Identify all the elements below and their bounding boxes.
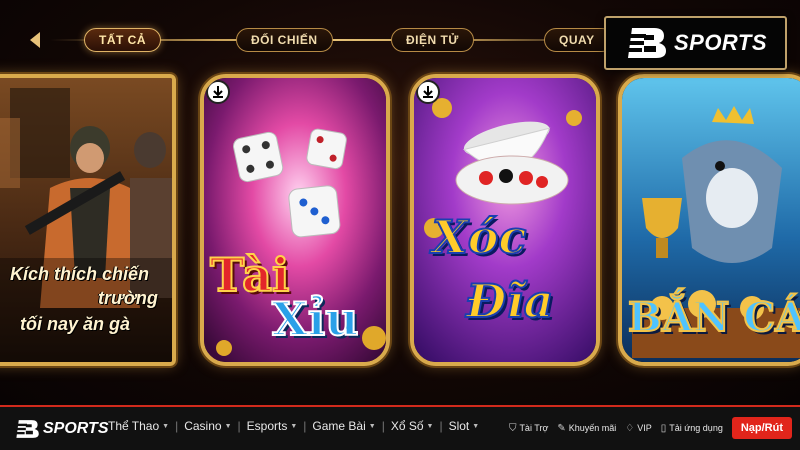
brand-name: SPORTS: [673, 30, 768, 55]
link-promotions[interactable]: ✎ Khuyến mãi: [557, 423, 616, 434]
menu-sports[interactable]: Thể Thao ▼: [108, 419, 169, 433]
menu-separator: |: [381, 419, 385, 433]
chevron-down-icon: ▼: [426, 422, 434, 430]
tai-xiu-title-bottom: Xỉu: [271, 291, 360, 347]
game-card-battle[interactable]: Kích thích chiến trường tối nay ăn gà: [0, 74, 176, 366]
menu-slot[interactable]: Slot ▼: [449, 419, 480, 433]
chevron-down-icon: ▼: [290, 422, 298, 430]
game-card-tai-xiu[interactable]: Tài Xỉu: [200, 74, 390, 366]
menu-card-games[interactable]: Game Bài ▼: [312, 419, 375, 433]
tab-all[interactable]: TẤT CẢ: [84, 28, 161, 52]
back-arrow-icon[interactable]: [30, 32, 40, 48]
b-logo-icon: [623, 28, 666, 58]
diamond-icon: ♢: [625, 422, 635, 434]
link-vip-label: VIP: [637, 423, 652, 433]
chevron-down-icon: ▼: [472, 422, 480, 430]
deposit-withdraw-button[interactable]: Nạp/Rút: [731, 417, 792, 439]
menu-separator: |: [439, 419, 443, 433]
menu-sports-label: Thể Thao: [108, 419, 160, 433]
tab-versus[interactable]: ĐỐI CHIẾN: [236, 28, 333, 52]
link-sponsor-label: Tài Trợ: [519, 423, 549, 433]
battle-line-2: trường: [98, 288, 158, 308]
link-download-app[interactable]: ▯ Tải ứng dụng: [661, 423, 723, 434]
menu-esports[interactable]: Esports ▼: [247, 419, 298, 433]
menu-lottery[interactable]: Xổ Số ▼: [391, 419, 434, 433]
brand-logo: SPORTS: [604, 16, 787, 70]
battle-line-1: Kích thích chiến: [10, 264, 150, 284]
xoc-dia-title-top: Xóc: [431, 209, 527, 265]
link-promotions-label: Khuyến mãi: [568, 423, 617, 433]
menu-separator: |: [237, 419, 241, 433]
menu-separator: |: [175, 419, 179, 433]
menu-casino-label: Casino: [184, 419, 222, 433]
game-card-xoc-dia[interactable]: Xóc Đĩa: [410, 74, 600, 366]
menu-card-games-label: Game Bài: [312, 419, 366, 433]
nav-logo-text: SPORTS: [43, 420, 109, 437]
chevron-down-icon: ▼: [162, 422, 170, 430]
menu-separator: |: [303, 419, 307, 433]
main-menu: Thể Thao ▼ | Casino ▼ | Esports ▼ | Game Bà…: [108, 419, 479, 433]
download-icon: [213, 86, 223, 98]
bottom-navbar: SPORTS Thể Thao ▼ | Casino ▼ | Esports ▼ | …: [0, 405, 800, 450]
game-card-ban-ca[interactable]: BẮN CÁ: [618, 74, 800, 366]
menu-slot-label: Slot: [448, 419, 470, 433]
menu-lottery-label: Xổ Số: [390, 419, 424, 433]
menu-esports-label: Esports: [246, 419, 288, 433]
b-logo-icon: [14, 420, 39, 438]
shield-icon: ⛉: [508, 422, 517, 434]
link-download-app-label: Tải ứng dụng: [669, 423, 723, 433]
nav-logo[interactable]: SPORTS: [14, 419, 109, 439]
download-button[interactable]: [416, 80, 440, 104]
game-lobby: TẤT CẢ ĐỐI CHIẾN ĐIỆN TỬ QUAY Kích thích…: [0, 0, 800, 405]
download-icon: [423, 86, 433, 98]
menu-casino[interactable]: Casino ▼: [184, 419, 231, 433]
ban-ca-title: BẮN CÁ: [627, 293, 800, 342]
tag-icon: ✎: [557, 422, 566, 434]
nav-links: ⛉ Tài Trợ ✎ Khuyến mãi ♢ VIP ▯ Tải ứng dụng …: [509, 417, 792, 439]
link-vip[interactable]: ♢ VIP: [625, 423, 651, 434]
link-sponsor[interactable]: ⛉ Tài Trợ: [509, 423, 548, 434]
download-button[interactable]: [206, 80, 230, 104]
chevron-down-icon: ▼: [224, 422, 232, 430]
phone-icon: ▯: [660, 422, 667, 434]
tab-electronic[interactable]: ĐIỆN TỬ: [391, 28, 474, 52]
xoc-dia-title-bottom: Đĩa: [465, 273, 554, 329]
battle-line-3: tối nay ăn gà: [20, 314, 131, 334]
chevron-down-icon: ▼: [368, 422, 376, 430]
